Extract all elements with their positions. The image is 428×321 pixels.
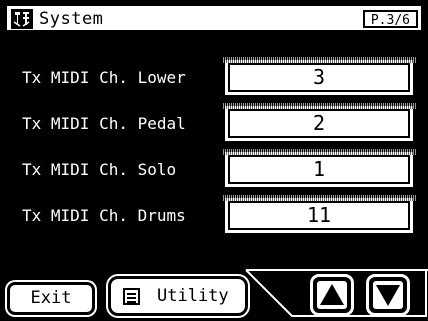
page-down-button[interactable]: [366, 274, 410, 316]
row-tx-midi-ch-drums: Tx MIDI Ch. Drums 11: [12, 193, 416, 238]
triangle-up-icon: [320, 284, 344, 305]
value-text: 11: [306, 203, 332, 227]
list-icon: [123, 288, 140, 305]
footer-bar: Exit Utility: [0, 268, 428, 321]
utility-button-label: Utility: [157, 286, 229, 306]
value-field-drums[interactable]: 11: [222, 195, 416, 236]
row-label: Tx MIDI Ch. Pedal: [12, 101, 208, 146]
row-label: Tx MIDI Ch. Solo: [12, 147, 208, 192]
exit-button[interactable]: Exit: [7, 282, 95, 315]
row-label: Tx MIDI Ch. Lower: [12, 55, 208, 100]
system-tools-icon: [11, 9, 33, 29]
row-label: Tx MIDI Ch. Drums: [12, 193, 208, 238]
row-tx-midi-ch-solo: Tx MIDI Ch. Solo 1: [12, 147, 416, 192]
row-tx-midi-ch-pedal: Tx MIDI Ch. Pedal 2: [12, 101, 416, 146]
page-indicator: P.3/6: [362, 10, 418, 28]
triangle-down-icon: [376, 285, 400, 306]
value-field-pedal[interactable]: 2: [222, 103, 416, 144]
title-bar: System P.3/6: [5, 4, 423, 32]
page-title: System: [39, 9, 104, 29]
row-tx-midi-ch-lower: Tx MIDI Ch. Lower 3: [12, 55, 416, 100]
system-screen: System P.3/6 Tx MIDI Ch. Lower 3 Tx MIDI…: [0, 0, 428, 321]
page-up-button[interactable]: [310, 274, 354, 316]
utility-button[interactable]: Utility: [108, 276, 248, 316]
value-text: 3: [312, 65, 326, 89]
exit-button-label: Exit: [30, 288, 72, 308]
value-field-lower[interactable]: 3: [222, 57, 416, 98]
value-field-solo[interactable]: 1: [222, 149, 416, 190]
value-text: 2: [312, 111, 326, 135]
value-text: 1: [312, 157, 326, 181]
